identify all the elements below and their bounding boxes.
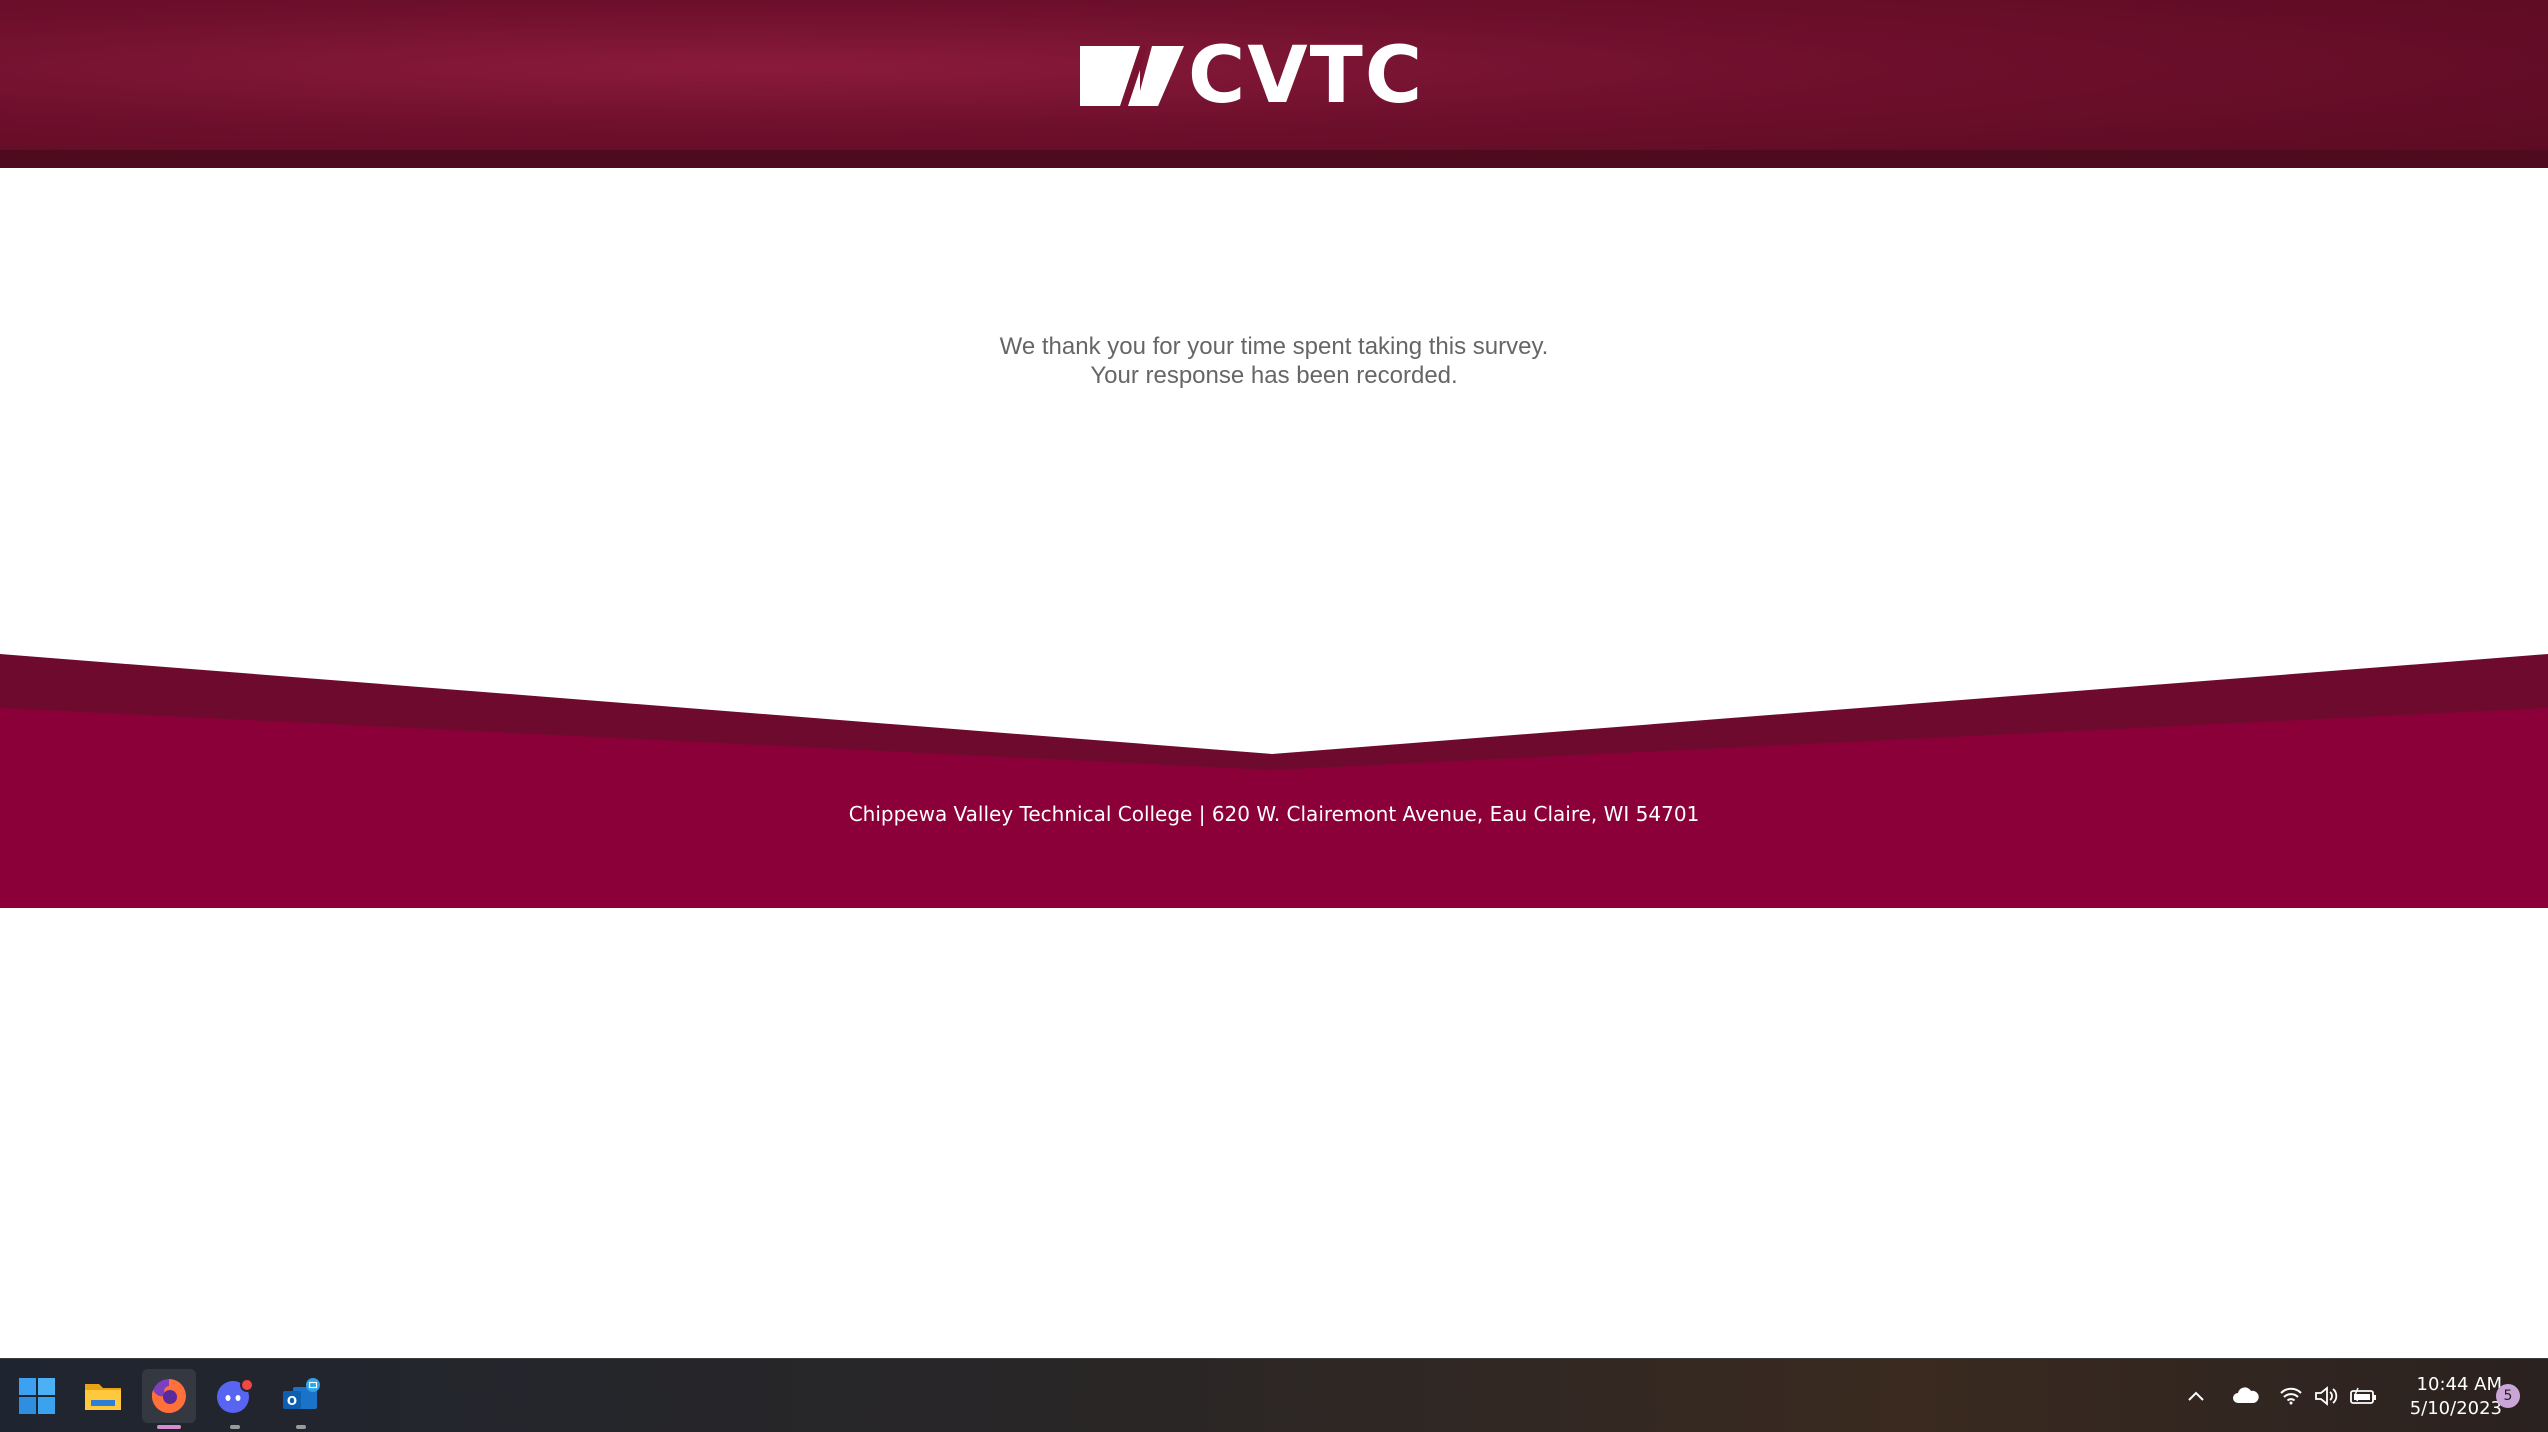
firefox-icon [151, 1379, 186, 1413]
battery-button[interactable] [2348, 1359, 2380, 1432]
header-band [0, 150, 2548, 168]
cvtc-logo[interactable]: CVTC [1080, 36, 1460, 116]
file-explorer-button[interactable] [76, 1369, 130, 1423]
battery-icon [2350, 1387, 2376, 1404]
clock-date: 5/10/2023 [2409, 1398, 2502, 1419]
survey-page: CVTC We thank you for your time spent ta… [0, 0, 2548, 1432]
discord-button[interactable] [208, 1369, 262, 1429]
thank-you-message: We thank you for your time spent taking … [0, 332, 2548, 390]
onedrive-cloud-icon [2233, 1387, 2259, 1403]
volume-icon [2315, 1386, 2338, 1406]
volume-button[interactable] [2312, 1359, 2342, 1432]
svg-text:O: O [287, 1394, 297, 1408]
thank-you-line: We thank you for your time spent taking … [999, 333, 1549, 360]
start-button[interactable] [10, 1369, 64, 1423]
windows-start-icon [19, 1378, 55, 1414]
outlook-icon: O [283, 1378, 320, 1409]
running-app-indicator [230, 1425, 240, 1429]
show-hidden-icons-button[interactable] [2180, 1359, 2212, 1432]
firefox-button[interactable] [142, 1369, 196, 1429]
onedrive-button[interactable] [2226, 1359, 2266, 1432]
clock-time: 10:44 AM [2416, 1374, 2502, 1395]
wifi-icon [2280, 1387, 2302, 1405]
discord-icon [217, 1378, 254, 1413]
footer-address: Chippewa Valley Technical College | 620 … [848, 802, 1700, 826]
header-banner: CVTC [0, 0, 2548, 168]
logo-text: CVTC [1188, 31, 1425, 121]
running-app-indicator [296, 1425, 306, 1429]
cvtc-logo-mark-icon [1080, 46, 1184, 106]
file-explorer-icon [85, 1384, 121, 1410]
taskbar-clock[interactable]: 10:44 AM 5/10/2023 [2386, 1373, 2502, 1421]
active-app-indicator [157, 1425, 181, 1429]
notification-count-badge[interactable]: 5 [2496, 1384, 2520, 1408]
windows-taskbar: O 10:44 AM 5/10/2023 [0, 1358, 2548, 1432]
outlook-button[interactable]: O [274, 1369, 328, 1429]
chevron-up-icon [2188, 1391, 2204, 1401]
footer-chevron-shape [0, 654, 2548, 908]
wifi-button[interactable] [2276, 1359, 2306, 1432]
response-recorded-line: Your response has been recorded. [1090, 362, 1458, 389]
footer-band [0, 650, 2548, 908]
